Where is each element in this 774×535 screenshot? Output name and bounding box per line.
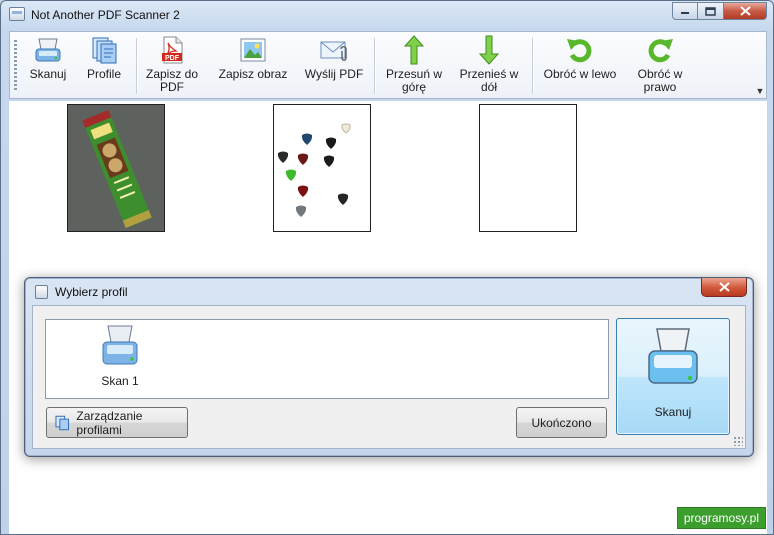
page-thumbnail[interactable] — [479, 104, 577, 232]
toolbar-scan-button[interactable]: Skanuj — [22, 34, 74, 98]
toolbar-move-up-label: Przesuń w górę — [385, 67, 443, 94]
dialog-scan-button[interactable]: Skanuj — [616, 318, 730, 435]
title-bar[interactable]: Not Another PDF Scanner 2 — [1, 1, 773, 29]
minimize-button[interactable] — [672, 2, 698, 20]
main-toolbar: Skanuj Profile PDF Zapisz do PDF Zapisz … — [9, 31, 767, 99]
image-icon — [238, 35, 268, 65]
toolbar-email-pdf-button[interactable]: Wyślij PDF — [300, 34, 368, 98]
resize-grip[interactable] — [733, 436, 743, 446]
rotate-left-icon — [565, 35, 595, 65]
toolbar-profiles-button[interactable]: Profile — [78, 34, 130, 98]
profile-label: Skan 1 — [101, 374, 139, 388]
toolbar-save-image-button[interactable]: Zapisz obraz — [210, 34, 296, 98]
profile-list-item[interactable]: Skan 1 — [90, 324, 150, 388]
close-button[interactable] — [724, 2, 767, 20]
toolbar-profiles-label: Profile — [86, 67, 121, 81]
close-icon — [739, 6, 751, 16]
dialog-scan-label: Skanuj — [654, 405, 692, 419]
dialog-body: Skan 1 Zarządzanie profilami Ukończono S… — [32, 305, 746, 449]
scanner-icon — [100, 324, 140, 368]
select-profile-dialog: Wybierz profil Skan 1 Zarządzanie profil… — [24, 277, 754, 457]
close-icon — [718, 282, 730, 292]
arrow-down-icon — [474, 35, 504, 65]
profiles-icon — [55, 415, 69, 430]
window-title: Not Another PDF Scanner 2 — [31, 8, 180, 22]
toolbar-separator — [136, 38, 137, 94]
pdf-file-icon: PDF — [157, 35, 187, 65]
toolbar-move-down-label: Przenieś w dół — [459, 67, 519, 94]
manage-profiles-button[interactable]: Zarządzanie profilami — [46, 407, 188, 438]
toolbar-save-pdf-button[interactable]: PDF Zapisz do PDF — [142, 34, 202, 98]
toolbar-separator — [374, 38, 375, 94]
maximize-button[interactable] — [698, 2, 724, 20]
scanned-snack-bar-image — [68, 105, 164, 231]
svg-text:PDF: PDF — [165, 55, 180, 62]
done-button[interactable]: Ukończono — [516, 407, 607, 438]
profile-list[interactable]: Skan 1 — [45, 319, 609, 399]
profiles-icon — [89, 35, 119, 65]
toolbar-save-image-label: Zapisz obraz — [218, 67, 288, 81]
watermark: programosy.pl — [676, 507, 766, 529]
email-icon — [319, 35, 349, 65]
toolbar-email-pdf-label: Wyślij PDF — [304, 67, 364, 81]
arrow-up-icon — [399, 35, 429, 65]
window-controls — [672, 2, 767, 21]
maximize-icon — [705, 6, 716, 16]
scanner-icon — [33, 35, 63, 65]
toolbar-overflow-button[interactable]: ▼ — [754, 32, 766, 98]
page-thumbnail[interactable] — [273, 104, 371, 232]
toolbar-rotate-left-button[interactable]: Obróć w lewo — [538, 34, 622, 98]
rotate-right-icon — [645, 35, 675, 65]
dialog-close-button[interactable] — [701, 278, 747, 297]
minimize-icon — [681, 12, 689, 14]
toolbar-rotate-left-label: Obróć w lewo — [543, 67, 617, 81]
app-scanner-icon — [9, 7, 25, 21]
dialog-app-icon — [35, 285, 48, 299]
toolbar-move-up-button[interactable]: Przesuń w górę — [380, 34, 448, 98]
toolbar-rotate-right-button[interactable]: Obróć w prawo — [628, 34, 692, 98]
toolbar-save-pdf-label: Zapisz do PDF — [145, 67, 199, 94]
chevron-down-icon: ▼ — [755, 86, 765, 96]
toolbar-scan-label: Skanuj — [29, 67, 67, 81]
scanner-icon — [645, 327, 701, 389]
page-thumbnail[interactable] — [67, 104, 165, 232]
toolbar-move-down-button[interactable]: Przenieś w dół — [452, 34, 526, 98]
toolbar-separator — [532, 38, 533, 94]
manage-profiles-label: Zarządzanie profilami — [76, 408, 143, 437]
toolbar-grip[interactable] — [14, 40, 17, 92]
scanned-guitar-picks-image — [274, 105, 370, 231]
toolbar-rotate-right-label: Obróć w prawo — [637, 67, 683, 94]
dialog-title: Wybierz profil — [55, 285, 128, 299]
